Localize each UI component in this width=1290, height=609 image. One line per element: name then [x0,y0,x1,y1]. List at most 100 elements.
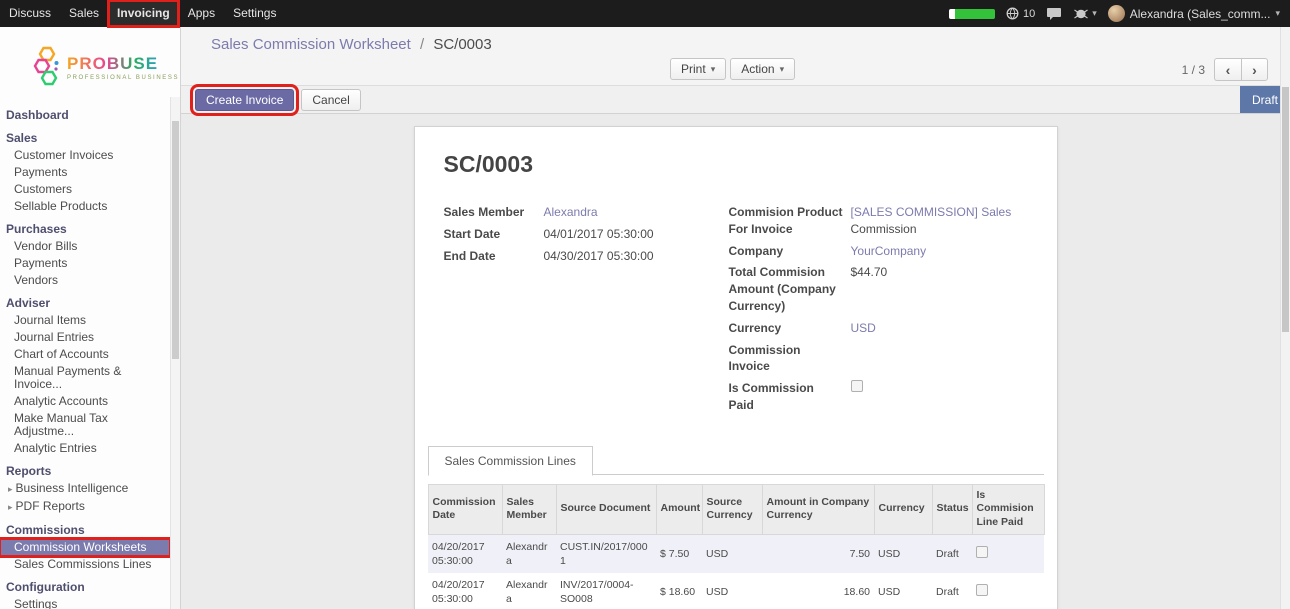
sidebar-section-sales[interactable]: Sales [0,130,170,147]
commission-product-link[interactable]: [SALES COMMISSION] Sales [851,205,1012,219]
cell-line-paid [972,573,1044,609]
tab-sales-commission-lines[interactable]: Sales Commission Lines [428,446,593,476]
is-commission-paid-checkbox[interactable] [851,380,863,392]
column-header-source-document[interactable]: Source Document [556,484,656,534]
cancel-button[interactable]: Cancel [301,89,360,111]
cell-source-currency: USD [702,534,762,573]
activity-counter[interactable]: 10 [1006,7,1035,20]
main-scrollbar[interactable] [1280,27,1290,609]
sidebar-section-configuration[interactable]: Configuration [0,579,170,596]
sidebar-item-sales-commissions-lines[interactable]: Sales Commissions Lines [0,556,170,573]
cell-currency: USD [874,573,932,609]
sidebar-scrollbar[interactable] [170,97,180,609]
pager-counter: 1 / 3 [1182,63,1205,77]
sidebar-item-manual-payments[interactable]: Manual Payments & Invoice... [0,363,170,393]
table-row[interactable]: 04/20/2017 05:30:00 Alexandra CUST.IN/20… [428,534,1044,573]
column-header-line-paid[interactable]: Is Commision Line Paid [972,484,1044,534]
line-paid-checkbox[interactable] [976,584,988,596]
app-menu-bar: Discuss Sales Invoicing Apps Settings [0,0,285,27]
sidebar-item-label: Business Intelligence [16,481,129,495]
menu-apps[interactable]: Apps [179,0,224,27]
main-scrollbar-thumb[interactable] [1282,87,1289,332]
main-content: Sales Commission Worksheet / SC/0003 Pri… [181,27,1290,609]
column-header-currency[interactable]: Currency [874,484,932,534]
sidebar-item-journal-items[interactable]: Journal Items [0,312,170,329]
sidebar-item-customers[interactable]: Customers [0,181,170,198]
sidebar-section-commissions[interactable]: Commissions [0,522,170,539]
table-row[interactable]: 04/20/2017 05:30:00 Alexandra INV/2017/0… [428,573,1044,609]
sidebar-section-purchases[interactable]: Purchases [0,221,170,238]
sidebar-section-reports[interactable]: Reports [0,463,170,480]
sidebar-item-analytic-accounts[interactable]: Analytic Accounts [0,393,170,410]
record-title: SC/0003 [444,151,1028,178]
user-name: Alexandra (Sales_comm... [1130,7,1271,21]
caret-down-icon [1275,9,1280,18]
sidebar-item-business-intelligence[interactable]: Business Intelligence [0,480,170,498]
company-link[interactable]: YourCompany [851,243,1028,260]
column-header-amount-company[interactable]: Amount in Company Currency [762,484,874,534]
sidebar-item-payments-purchase[interactable]: Payments [0,255,170,272]
cell-commission-date: 04/20/2017 05:30:00 [428,573,502,609]
control-panel: Sales Commission Worksheet / SC/0003 Pri… [181,27,1290,85]
sidebar-item-vendors[interactable]: Vendors [0,272,170,289]
field-label-commission-product: Commision Product For Invoice [729,204,851,238]
sidebar-item-payments[interactable]: Payments [0,164,170,181]
column-header-source-currency[interactable]: Source Currency [702,484,762,534]
column-header-commission-date[interactable]: Commission Date [428,484,502,534]
column-header-sales-member[interactable]: Sales Member [502,484,556,534]
action-label: Action [741,62,774,76]
form-sheet: SC/0003 Sales Member Alexandra Start Dat… [414,126,1058,609]
sidebar-item-vendor-bills[interactable]: Vendor Bills [0,238,170,255]
breadcrumb-parent-link[interactable]: Sales Commission Worksheet [211,36,411,53]
debug-menu[interactable] [1073,8,1097,20]
field-label-currency: Currency [729,320,851,337]
line-paid-checkbox[interactable] [976,546,988,558]
user-menu[interactable]: Alexandra (Sales_comm... [1108,5,1280,22]
sidebar-item-journal-entries[interactable]: Journal Entries [0,329,170,346]
action-button[interactable]: Action [730,58,795,80]
field-label-total-commission: Total Commision Amount (Company Currency… [729,264,851,314]
pager-next-button[interactable] [1241,58,1268,81]
sidebar-item-pdf-reports[interactable]: PDF Reports [0,498,170,516]
cell-line-paid [972,534,1044,573]
pager-previous-button[interactable] [1214,58,1241,81]
sidebar-item-analytic-entries[interactable]: Analytic Entries [0,440,170,457]
cell-status: Draft [932,534,972,573]
sidebar-item-customer-invoices[interactable]: Customer Invoices [0,147,170,164]
logo-text: PROBUSE [67,54,179,74]
sidebar-item-settings[interactable]: Settings [0,596,170,609]
sidebar-scrollbar-thumb[interactable] [172,121,179,359]
column-header-status[interactable]: Status [932,484,972,534]
sidebar-item-manual-tax-adjustment[interactable]: Make Manual Tax Adjustme... [0,410,170,440]
menu-sales[interactable]: Sales [60,0,108,27]
tab-bar: Sales Commission Lines [428,445,1044,475]
print-label: Print [681,62,706,76]
sidebar-menu: Dashboard Sales Customer Invoices Paymen… [0,107,170,609]
caret-down-icon [1092,9,1097,18]
sidebar-item-commission-worksheets[interactable]: Commission Worksheets [0,539,170,556]
field-group-right: Commision Product For Invoice [SALES COM… [729,204,1028,419]
notebook: Sales Commission Lines Commission Date S… [428,445,1044,609]
sidebar-item-sellable-products[interactable]: Sellable Products [0,198,170,215]
sidebar: PROBUSE PROFESSIONAL BUSINESS Dashboard … [0,27,181,609]
sidebar-item-label: PDF Reports [16,499,85,513]
menu-invoicing[interactable]: Invoicing [108,0,179,27]
create-invoice-button[interactable]: Create Invoice [195,89,294,111]
expand-arrow-icon [8,484,13,494]
sidebar-item-dashboard[interactable]: Dashboard [0,107,170,124]
end-date-value: 04/30/2017 05:30:00 [544,248,689,265]
sidebar-item-chart-of-accounts[interactable]: Chart of Accounts [0,346,170,363]
timer-progress-bar[interactable] [949,9,995,19]
field-group-left: Sales Member Alexandra Start Date 04/01/… [444,204,689,419]
currency-link[interactable]: USD [851,320,1028,337]
menu-discuss[interactable]: Discuss [0,0,60,27]
cell-source-document: INV/2017/0004-SO008 [556,573,656,609]
cell-amount: $ 7.50 [656,534,702,573]
sales-member-link[interactable]: Alexandra [544,204,689,221]
menu-settings[interactable]: Settings [224,0,285,27]
messages-icon[interactable] [1046,7,1062,21]
app-logo: PROBUSE PROFESSIONAL BUSINESS [0,27,180,101]
sidebar-section-adviser[interactable]: Adviser [0,295,170,312]
column-header-amount[interactable]: Amount [656,484,702,534]
print-button[interactable]: Print [670,58,726,80]
